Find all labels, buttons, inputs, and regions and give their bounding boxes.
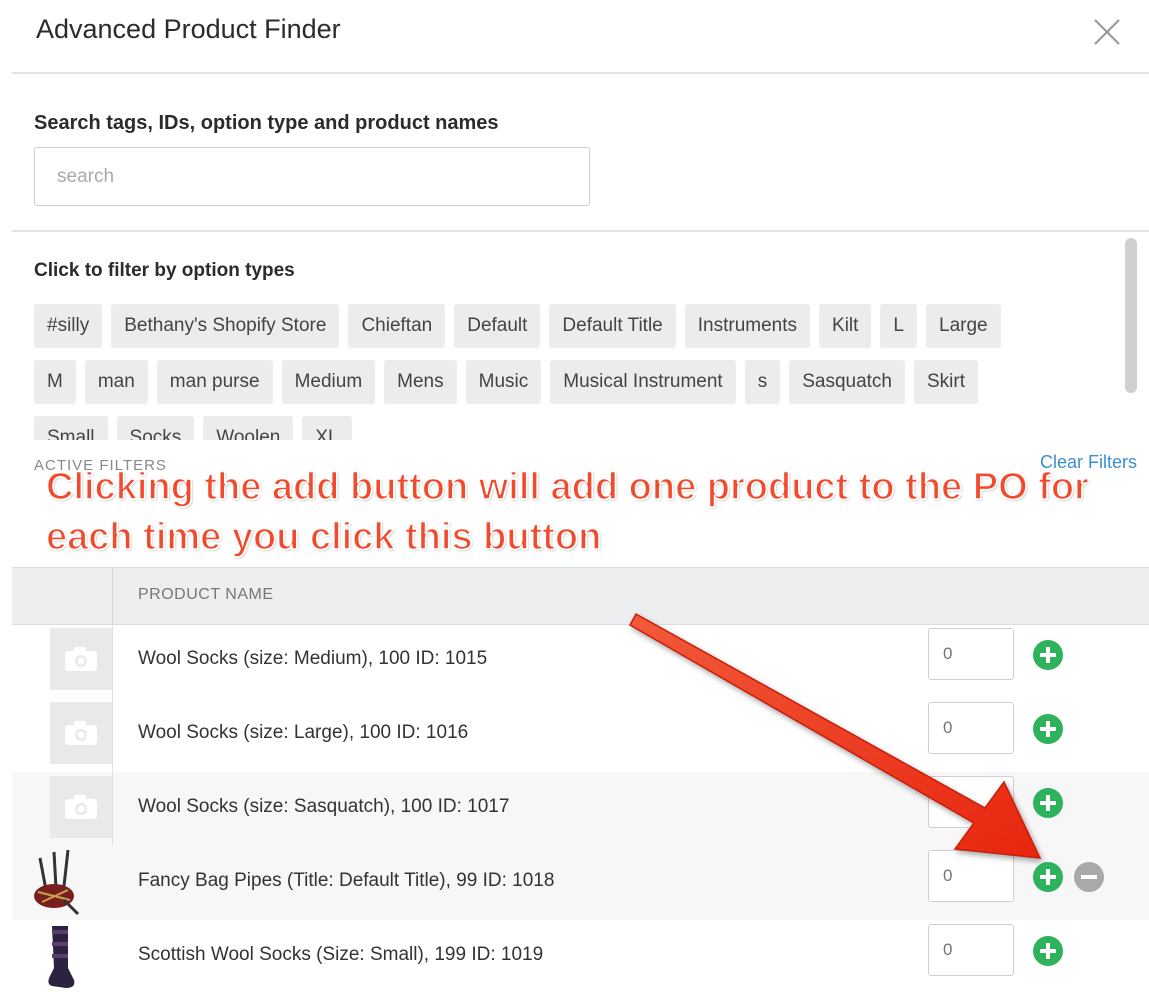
remove-button[interactable]	[1074, 862, 1104, 892]
quantity-input[interactable]	[928, 628, 1014, 680]
filter-tag[interactable]: Large	[926, 304, 1001, 348]
search-input[interactable]	[34, 147, 590, 206]
filter-tag[interactable]: Woolen	[203, 416, 294, 440]
quantity-input[interactable]	[928, 924, 1014, 976]
sock-image	[48, 926, 75, 988]
filter-tag[interactable]: Musical Instrument	[550, 360, 736, 404]
add-button[interactable]	[1033, 862, 1063, 892]
filter-tag[interactable]: M	[34, 360, 76, 404]
add-button[interactable]	[1033, 936, 1063, 966]
product-name: Scottish Wool Socks (Size: Small), 199 I…	[138, 944, 544, 965]
quantity-input[interactable]	[928, 776, 1014, 828]
table-row: Fancy Bag Pipes (Title: Default Title), …	[12, 846, 1149, 920]
filter-tag[interactable]: s	[744, 360, 781, 404]
bagpipes-image	[34, 849, 80, 916]
filter-tag[interactable]: Socks	[116, 416, 195, 440]
filter-tag[interactable]: Medium	[281, 360, 376, 404]
filter-tag[interactable]: Mens	[384, 360, 457, 404]
camera-placeholder-icon	[50, 628, 112, 690]
table-header: PRODUCT NAME	[12, 567, 1149, 625]
filter-tag[interactable]: Chieftan	[348, 304, 446, 348]
table-row: Scottish Wool Socks (Size: Small), 199 I…	[12, 920, 1149, 994]
add-button[interactable]	[1033, 714, 1063, 744]
dialog-title: Advanced Product Finder	[36, 14, 341, 44]
filter-tag[interactable]: Instruments	[684, 304, 811, 348]
product-name-header: PRODUCT NAME	[138, 586, 274, 603]
add-button[interactable]	[1033, 788, 1063, 818]
table-row: Wool Socks (size: Sasquatch), 100 ID: 10…	[12, 772, 1149, 846]
row-divider	[112, 698, 113, 772]
row-divider	[112, 772, 113, 846]
product-name: Fancy Bag Pipes (Title: Default Title), …	[138, 870, 555, 891]
quantity-input[interactable]	[928, 702, 1014, 754]
camera-placeholder-icon	[50, 776, 112, 838]
filter-tag[interactable]: L	[880, 304, 917, 348]
filter-tag[interactable]: #silly	[34, 304, 103, 348]
filter-tag[interactable]: Default Title	[549, 304, 676, 348]
table-row: Wool Socks (size: Large), 100 ID: 1016	[12, 698, 1149, 772]
row-divider	[112, 624, 113, 698]
filter-tag[interactable]: XL	[302, 416, 352, 440]
filter-tag[interactable]: man	[84, 360, 148, 404]
search-label: Search tags, IDs, option type and produc…	[34, 112, 499, 134]
filter-tag[interactable]: Sasquatch	[789, 360, 905, 404]
filter-tags: #silly Bethany's Shopify Store Chieftan …	[34, 304, 1034, 440]
product-name: Wool Socks (size: Medium), 100 ID: 1015	[138, 648, 488, 669]
quantity-input[interactable]	[928, 850, 1014, 902]
filter-tag[interactable]: Bethany's Shopify Store	[111, 304, 340, 348]
filter-tag[interactable]: Small	[34, 416, 108, 440]
camera-placeholder-icon	[50, 702, 112, 764]
dialog-header: Advanced Product Finder	[12, 0, 1149, 74]
product-table: Wool Socks (size: Medium), 100 ID: 1015 …	[12, 624, 1149, 994]
filter-scrollbar[interactable]	[1125, 238, 1137, 393]
close-icon[interactable]	[1087, 12, 1127, 52]
filter-tag[interactable]: man purse	[156, 360, 273, 404]
table-row: Wool Socks (size: Medium), 100 ID: 1015	[12, 624, 1149, 698]
option-type-filter-panel: Click to filter by option types #silly B…	[12, 230, 1149, 440]
filter-tag[interactable]: Music	[465, 360, 542, 404]
filter-tag[interactable]: Default	[454, 304, 541, 348]
tutorial-annotation: Clicking the add button will add one pro…	[45, 465, 1089, 559]
product-name: Wool Socks (size: Sasquatch), 100 ID: 10…	[138, 796, 510, 817]
filter-tag[interactable]: Kilt	[819, 304, 872, 348]
product-name: Wool Socks (size: Large), 100 ID: 1016	[138, 722, 469, 743]
add-button[interactable]	[1033, 640, 1063, 670]
column-divider	[112, 568, 113, 624]
filter-label: Click to filter by option types	[34, 260, 295, 281]
filter-tag[interactable]: Skirt	[914, 360, 978, 404]
